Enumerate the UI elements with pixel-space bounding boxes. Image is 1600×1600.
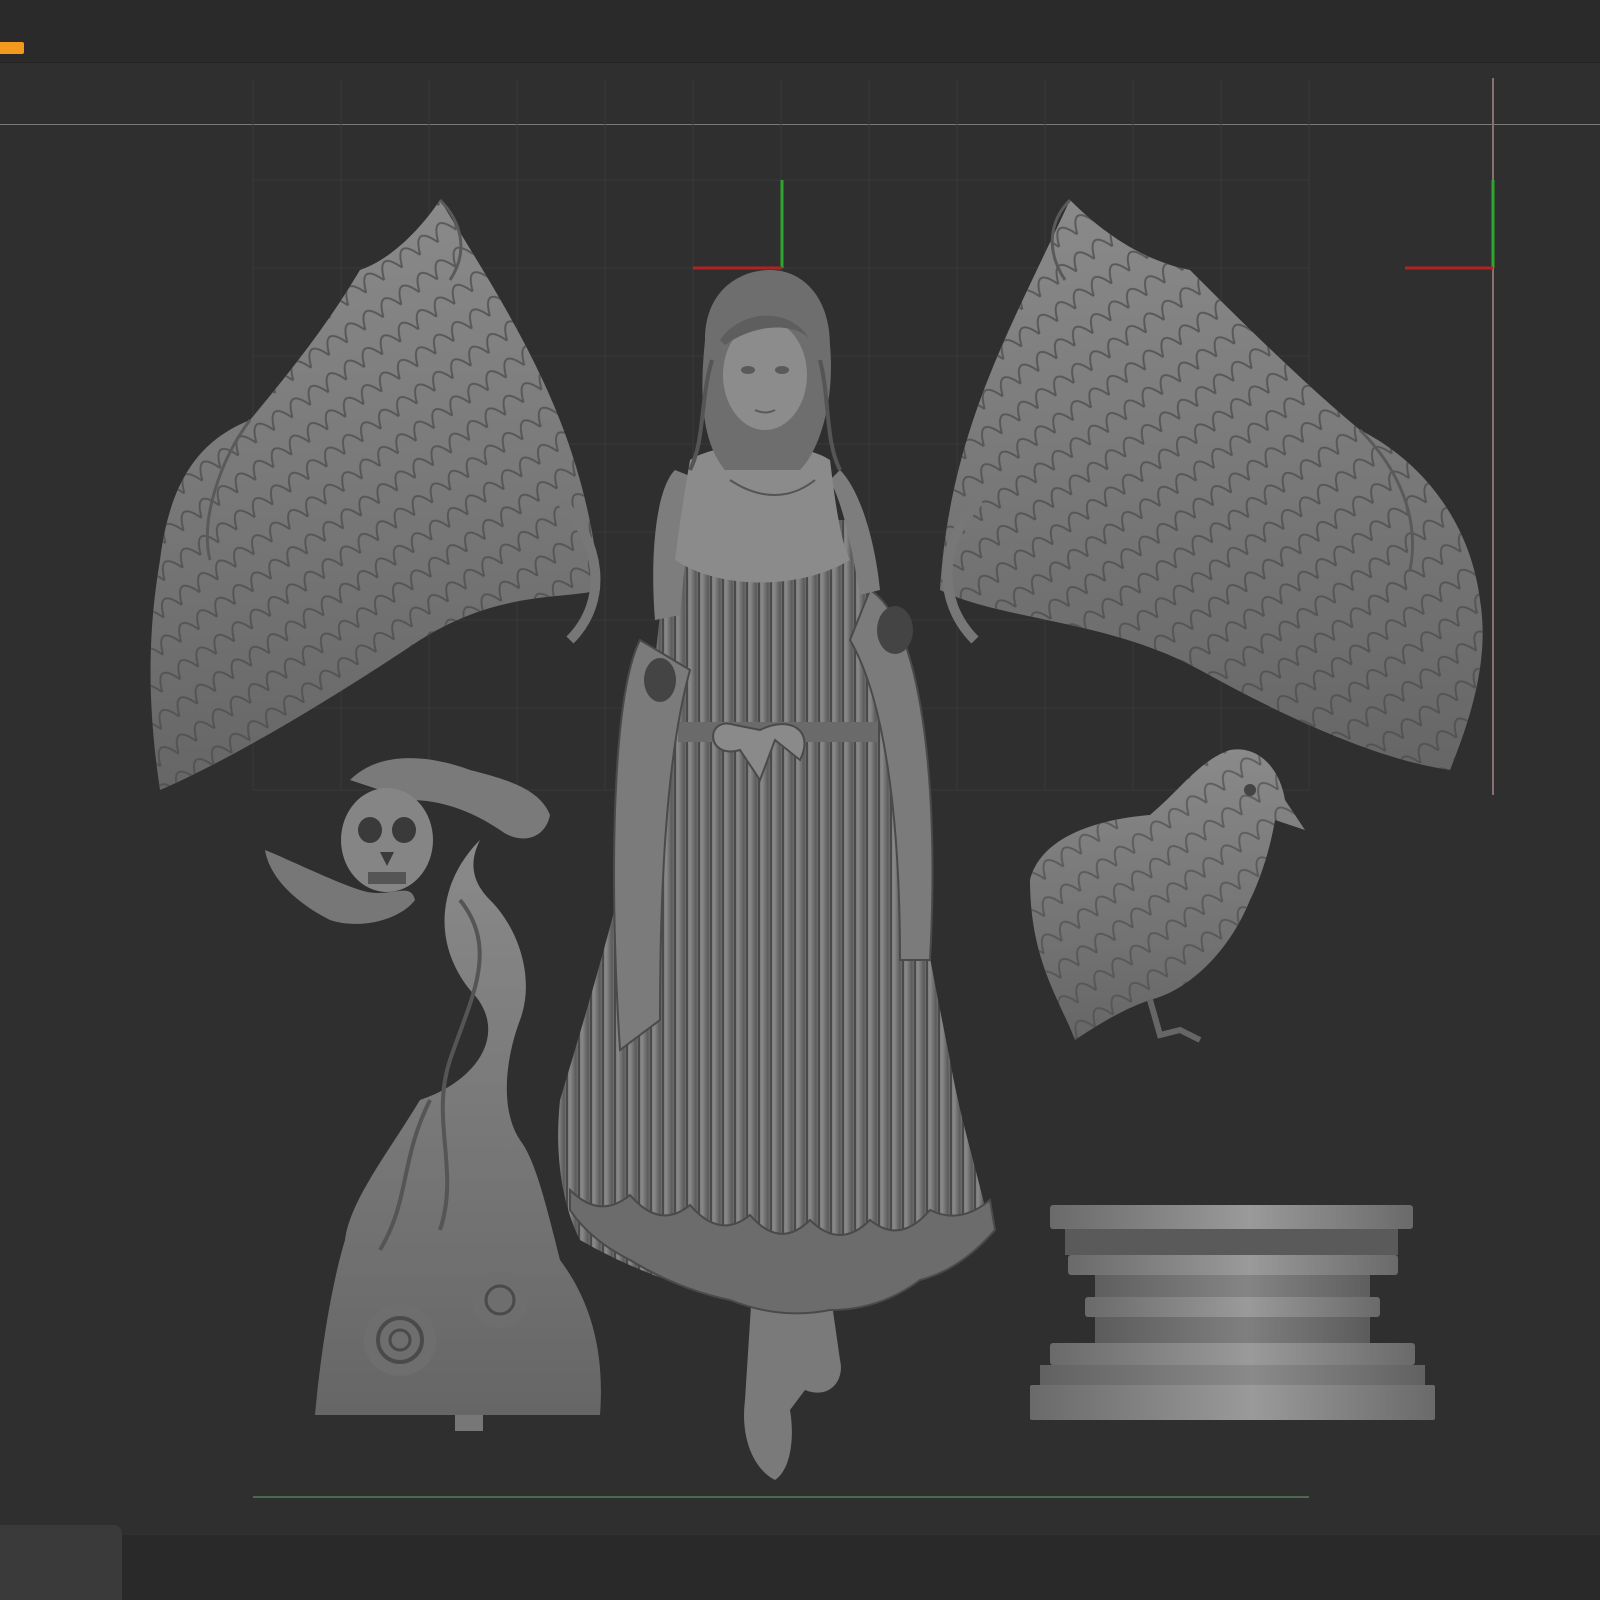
skull-hands[interactable]: [265, 758, 550, 924]
flame-roses-base[interactable]: [315, 840, 601, 1431]
sculpt-app: [0, 0, 1600, 1600]
scene-canvas[interactable]: [0, 0, 1600, 1600]
right-wing[interactable]: [940, 198, 1483, 770]
axis-gizmo-center: [693, 180, 784, 270]
crow[interactable]: [1030, 749, 1305, 1043]
angel-figure[interactable]: [558, 270, 997, 1480]
round-pedestal[interactable]: [1030, 1205, 1435, 1420]
left-wing[interactable]: [150, 198, 601, 790]
axis-gizmo-right: [1405, 180, 1495, 270]
